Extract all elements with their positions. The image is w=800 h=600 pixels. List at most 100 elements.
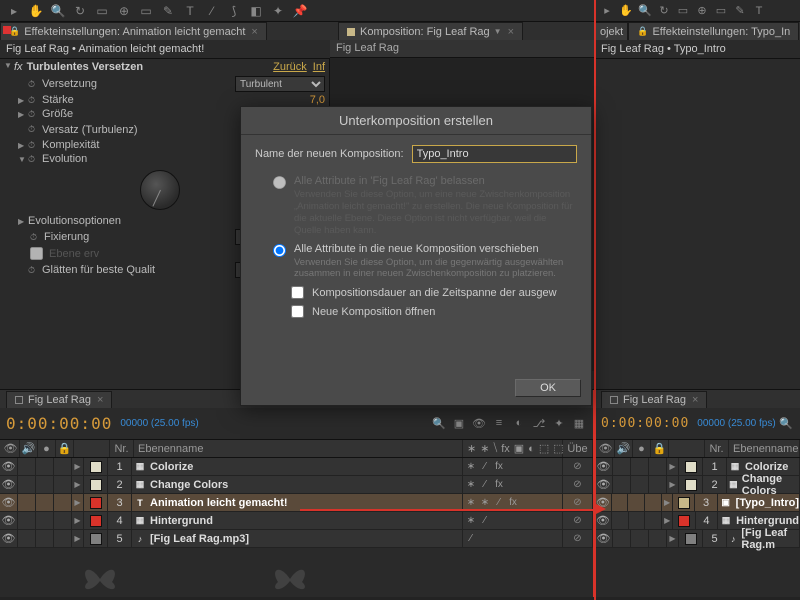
label-color[interactable]	[90, 497, 102, 509]
label-color[interactable]	[90, 533, 102, 545]
timeline-tab[interactable]: Fig Leaf Rag ×	[6, 391, 112, 408]
visibility-toggle[interactable]: 👁	[595, 512, 612, 529]
layer-name[interactable]: ♪[Fig Leaf Rag.m	[727, 530, 800, 547]
layer-row[interactable]: 👁▶5♪[Fig Leaf Rag.mp3]⁄⊘	[0, 530, 593, 548]
stopwatch-icon[interactable]: ⏱	[28, 95, 40, 106]
graph-icon[interactable]: ⎇	[531, 417, 547, 430]
stopwatch-icon[interactable]: ⏱	[28, 109, 40, 120]
shy-icon[interactable]: 👁	[471, 417, 487, 430]
layer-name[interactable]: ▦Hintergrund	[132, 512, 463, 529]
check-open-comp[interactable]: Neue Komposition öffnen	[255, 305, 577, 318]
duration-checkbox[interactable]	[291, 286, 304, 299]
parent-link-icon[interactable]: ⊘	[563, 512, 593, 529]
expand-icon[interactable]: ▶	[667, 476, 679, 493]
expand-icon[interactable]: ▶	[662, 512, 673, 529]
pen-tool-icon[interactable]: ✎	[731, 2, 749, 20]
layer-name[interactable]: ▦Change Colors	[727, 476, 800, 493]
layer-switches[interactable]: ⁄	[463, 530, 563, 547]
visibility-toggle[interactable]: 👁	[0, 476, 18, 493]
text-tool-icon[interactable]: T	[180, 2, 200, 20]
draft3d-icon[interactable]: ▦	[571, 417, 587, 430]
hand-tool-icon[interactable]: ✋	[26, 2, 46, 20]
stopwatch-icon[interactable]: ⏱	[28, 265, 40, 276]
timeline-tab[interactable]: Fig Leaf Rag ×	[601, 391, 707, 408]
brainstorm-icon[interactable]: ✦	[551, 417, 567, 430]
comp-mini-icon[interactable]: ▣	[451, 417, 467, 430]
label-color[interactable]	[685, 479, 697, 491]
expand-icon[interactable]: ▶	[18, 217, 28, 226]
rotate-tool-icon[interactable]: ↻	[70, 2, 90, 20]
lock-column-icon[interactable]: 🔒	[56, 440, 74, 457]
search-icon[interactable]: 🔍	[431, 417, 447, 430]
clone-tool-icon[interactable]: ⟆	[224, 2, 244, 20]
rotobrush-tool-icon[interactable]: ✦	[268, 2, 288, 20]
stopwatch-icon[interactable]: ⏱	[28, 124, 40, 135]
eraser-tool-icon[interactable]: ◧	[246, 2, 266, 20]
collapse-icon[interactable]: ▼	[18, 155, 28, 164]
search-icon[interactable]: 🔍	[778, 417, 794, 430]
text-tool-icon[interactable]: T	[750, 2, 768, 20]
visibility-toggle[interactable]: 👁	[0, 494, 18, 511]
audio-toggle[interactable]	[18, 494, 36, 511]
close-icon[interactable]: ×	[692, 394, 698, 406]
reset-button[interactable]: Zurück	[273, 61, 307, 73]
expand-icon[interactable]: ▶	[72, 530, 84, 547]
label-color[interactable]	[678, 515, 690, 527]
audio-toggle[interactable]	[18, 458, 36, 475]
rotate-tool-icon[interactable]: ↻	[655, 2, 673, 20]
pen-tool-icon[interactable]: ✎	[158, 2, 178, 20]
radio-move[interactable]	[273, 244, 286, 257]
label-color[interactable]	[685, 461, 697, 473]
layer-switches[interactable]: ∗⁄fx	[463, 458, 563, 475]
frameblend-icon[interactable]: ≡	[491, 417, 507, 430]
shape-tool-icon[interactable]: ▭	[712, 2, 730, 20]
eye-column-icon[interactable]: 👁	[597, 440, 615, 457]
audio-toggle[interactable]	[18, 512, 36, 529]
layer-name[interactable]: ▦Change Colors	[132, 476, 463, 493]
stopwatch-icon[interactable]: ⏱	[28, 154, 40, 165]
layer-switches[interactable]: ∗⁄fx	[463, 476, 563, 493]
brush-tool-icon[interactable]: ⁄	[202, 2, 222, 20]
close-icon[interactable]: ×	[97, 394, 103, 406]
audio-toggle[interactable]	[612, 494, 629, 511]
expand-icon[interactable]: ▶	[72, 476, 84, 493]
open-comp-checkbox[interactable]	[291, 305, 304, 318]
layer-name[interactable]: ▦Colorize	[132, 458, 463, 475]
camera-tool-icon[interactable]: ▭	[92, 2, 112, 20]
timecode[interactable]: 0:00:00:00	[6, 414, 112, 433]
expand-icon[interactable]: ▶	[18, 141, 28, 150]
tab-effect-settings-right[interactable]: 🔒 Effekteinstellungen: Typo_In	[628, 22, 799, 40]
ok-button[interactable]: OK	[515, 379, 581, 397]
layer-name[interactable]: ♪[Fig Leaf Rag.mp3]	[132, 530, 463, 547]
layer-row[interactable]: 👁▶4▦Hintergrund∗⁄⊘	[0, 512, 593, 530]
audio-toggle[interactable]	[612, 512, 629, 529]
stopwatch-icon[interactable]: ⏱	[28, 79, 40, 90]
label-color[interactable]	[685, 533, 697, 545]
label-color[interactable]	[90, 479, 102, 491]
visibility-toggle[interactable]: 👁	[595, 530, 613, 547]
camera-tool-icon[interactable]: ▭	[674, 2, 692, 20]
tab-project[interactable]: ojekt	[595, 22, 628, 40]
check-duration[interactable]: Kompositionsdauer an die Zeitspanne der …	[255, 286, 577, 299]
tab-composition[interactable]: Komposition: Fig Leaf Rag ▼ ×	[338, 22, 523, 40]
hand-tool-icon[interactable]: ✋	[617, 2, 635, 20]
layer-row[interactable]: 👁▶5♪[Fig Leaf Rag.m	[595, 530, 800, 548]
effect-name[interactable]: Turbulentes Versetzen	[27, 61, 274, 73]
zoom-tool-icon[interactable]: 🔍	[48, 2, 68, 20]
expand-icon[interactable]: ▶	[667, 458, 679, 475]
motionblur-icon[interactable]: ◐	[511, 417, 527, 430]
stopwatch-icon[interactable]: ⏱	[30, 232, 42, 243]
layer-row[interactable]: 👁▶2▦Change Colors	[595, 476, 800, 494]
shape-tool-icon[interactable]: ▭	[136, 2, 156, 20]
tab-effect-settings-left[interactable]: 🔒 Effekteinstellungen: Animation leicht …	[0, 22, 267, 40]
audio-toggle[interactable]	[18, 530, 36, 547]
staerke-value[interactable]: 7,0	[275, 94, 325, 106]
speaker-column-icon[interactable]: 🔊	[615, 440, 633, 457]
layer-name[interactable]: ▣[Typo_Intro]	[718, 494, 800, 511]
dropdown-icon[interactable]: ▼	[494, 27, 502, 36]
eye-column-icon[interactable]: 👁	[2, 440, 20, 457]
visibility-toggle[interactable]: 👁	[595, 458, 613, 475]
close-icon[interactable]: ×	[508, 26, 514, 38]
visibility-toggle[interactable]: 👁	[0, 512, 18, 529]
expand-icon[interactable]: ▶	[18, 110, 28, 119]
